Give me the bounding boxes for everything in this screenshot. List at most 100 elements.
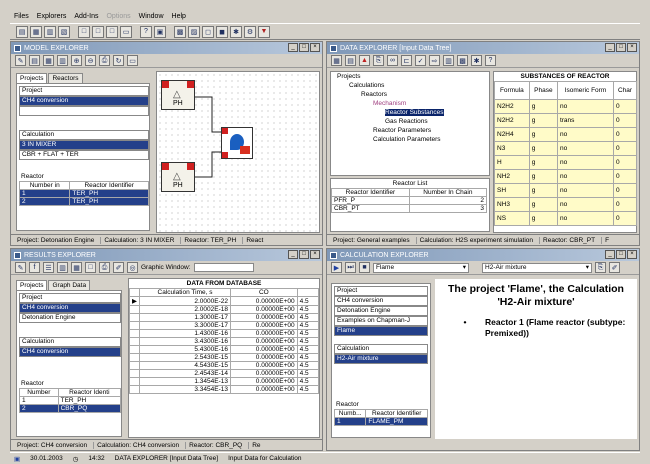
column-header[interactable]: Reactor Identi: [57, 388, 122, 397]
model-canvas[interactable]: △ PH △ PH: [156, 71, 320, 233]
column-header[interactable]: Char: [612, 81, 638, 100]
project-item[interactable]: Detonation Engine: [19, 313, 121, 323]
table-row[interactable]: 2 CBR_PQ: [19, 404, 122, 413]
minimize-button[interactable]: _: [288, 43, 298, 52]
table-icon[interactable]: ▦: [331, 55, 342, 66]
table-row[interactable]: 1 TER_PH: [19, 396, 122, 405]
menu-help[interactable]: Help: [172, 13, 186, 20]
column-header[interactable]: [296, 288, 319, 297]
help-icon[interactable]: ?: [485, 55, 496, 66]
check-icon[interactable]: ✓: [415, 55, 426, 66]
tree-item-calculations[interactable]: Calculations: [331, 81, 489, 90]
table-row[interactable]: CBR_PT 3: [331, 204, 488, 213]
calculation-dropdown[interactable]: H2-Air mixture ▾: [482, 262, 592, 273]
minimize-button[interactable]: _: [605, 250, 615, 259]
tree-item-reactors[interactable]: Reactors: [331, 90, 489, 99]
column-header[interactable]: CO: [230, 288, 298, 297]
function-icon[interactable]: f: [29, 262, 40, 273]
chart-icon[interactable]: ▥: [57, 262, 68, 273]
project-dropdown[interactable]: Flame ▾: [373, 262, 469, 273]
edit-icon[interactable]: ✎: [15, 262, 26, 273]
window-4-icon[interactable]: ▭: [120, 25, 132, 38]
table-row[interactable]: 1.4300E-16 0.00000E+00 4.5: [129, 329, 319, 338]
graphic-window-select[interactable]: [193, 263, 254, 272]
stop-icon[interactable]: ■: [359, 262, 370, 273]
table-row[interactable]: N3 g no 0: [494, 141, 638, 156]
refresh-icon[interactable]: ↻: [113, 55, 124, 66]
table-row[interactable]: ▶ 2.0000E-22 0.00000E+00 4.5: [129, 296, 319, 306]
close-button[interactable]: ×: [310, 250, 320, 259]
new-reactor-icon[interactable]: ▤: [29, 55, 40, 66]
project-item[interactable]: Detonation Engine: [334, 306, 428, 316]
column-header[interactable]: Number In Chain: [408, 188, 488, 197]
calc-icon[interactable]: ▩: [174, 25, 186, 38]
column-header[interactable]: Number in: [18, 181, 71, 190]
table-row[interactable]: Hg no 0: [494, 155, 638, 170]
calculation-item-selected[interactable]: H2-Air mixture: [334, 354, 428, 364]
table-row[interactable]: 3.3454E-13 0.00000E+00 4.5: [129, 385, 319, 394]
column-header[interactable]: Reactor Identifier: [69, 181, 149, 190]
table-row[interactable]: 2.5430E-15 0.00000E+00 4.5: [129, 353, 319, 362]
project-item-selected[interactable]: CH4 conversion: [19, 303, 121, 313]
zoom-out-icon[interactable]: ⊖: [85, 55, 96, 66]
run-icon[interactable]: ▨: [188, 25, 200, 38]
window-icon[interactable]: □: [85, 262, 96, 273]
print-icon[interactable]: ⎙: [99, 55, 110, 66]
list-icon[interactable]: ☰: [43, 262, 54, 273]
step-icon[interactable]: ⏭: [345, 262, 356, 273]
table-row[interactable]: 1 FLAME_PM: [333, 417, 428, 426]
tree-item-reactor-parameters[interactable]: Reactor Parameters: [331, 126, 489, 135]
minimize-button[interactable]: _: [605, 43, 615, 52]
pencil-icon[interactable]: ✐: [113, 262, 124, 273]
maximize-button[interactable]: □: [299, 250, 309, 259]
edit-icon[interactable]: ✎: [15, 55, 26, 66]
taskbar-item-data-explorer[interactable]: DATA EXPLORER [Input Data Tree]: [115, 455, 218, 462]
open-icon[interactable]: ▤: [16, 25, 28, 38]
calculation-item-selected[interactable]: CH4 conversion: [19, 347, 121, 357]
tree-item-mechanism[interactable]: Mechanism: [331, 99, 489, 108]
calculation-item-selected[interactable]: 3 IN MIXER: [19, 140, 149, 150]
help-icon[interactable]: ?: [140, 25, 152, 38]
table-row[interactable]: NH3 g no 0: [494, 197, 638, 212]
window-2-icon[interactable]: □: [92, 25, 104, 38]
copy-icon[interactable]: ⎘: [595, 262, 606, 273]
table-row[interactable]: 1.3454E-13 0.00000E+00 4.5: [129, 377, 319, 386]
column-header[interactable]: Numb...: [333, 409, 367, 418]
copy-icon[interactable]: ⎘: [373, 55, 384, 66]
table-row[interactable]: PFR_P 2: [331, 196, 488, 205]
table-row[interactable]: 5.4300E-16 0.00000E+00 4.5: [129, 345, 319, 354]
tab-graph-data[interactable]: Graph Data: [48, 280, 91, 290]
close-button[interactable]: ×: [310, 43, 320, 52]
table-row[interactable]: N2H2 g trans 0: [494, 113, 638, 128]
settings-icon[interactable]: ✱: [230, 25, 242, 38]
frame-icon[interactable]: ▭: [127, 55, 138, 66]
table-row[interactable]: N2H2 g no 0: [494, 99, 638, 114]
table-row[interactable]: NH2 g no 0: [494, 169, 638, 184]
graphic-icon[interactable]: ◎: [127, 262, 138, 273]
tools-icon[interactable]: ✱: [471, 55, 482, 66]
table-row[interactable]: 2 TER_PH: [18, 197, 149, 206]
table-row[interactable]: 4.5430E-15 0.00000E+00 4.5: [129, 361, 319, 370]
minimize-button[interactable]: _: [288, 250, 298, 259]
window-1-icon[interactable]: □: [78, 25, 90, 38]
close-button[interactable]: ×: [627, 43, 637, 52]
column-header[interactable]: Reactor Identifier: [331, 188, 410, 197]
tab-projects[interactable]: Projects: [16, 73, 48, 83]
table-icon[interactable]: ▦: [43, 55, 54, 66]
calculation-explorer-titlebar[interactable]: CALCULATION EXPLORER _ □ ×: [327, 249, 639, 261]
tree-item-gas-reactions[interactable]: Gas Reactions: [331, 117, 489, 126]
tree-item-projects[interactable]: Projects: [331, 72, 489, 81]
grid-icon[interactable]: ▥: [44, 25, 56, 38]
menu-files[interactable]: Files: [14, 13, 29, 20]
link-icon[interactable]: ∞: [387, 55, 398, 66]
save-icon[interactable]: ◼: [216, 25, 228, 38]
print-icon[interactable]: ⎙: [99, 262, 110, 273]
maximize-button[interactable]: □: [299, 43, 309, 52]
model-explorer-titlebar[interactable]: MODEL EXPLORER _ □ ×: [11, 42, 322, 54]
grid-icon[interactable]: ▥: [443, 55, 454, 66]
table-row[interactable]: NS g no 0: [494, 211, 638, 226]
fire-icon[interactable]: ▼: [258, 25, 270, 38]
tab-reactors[interactable]: Reactors: [48, 73, 83, 83]
table-row[interactable]: 3.3000E-17 0.00000E+00 4.5: [129, 321, 319, 330]
maximize-button[interactable]: □: [616, 250, 626, 259]
